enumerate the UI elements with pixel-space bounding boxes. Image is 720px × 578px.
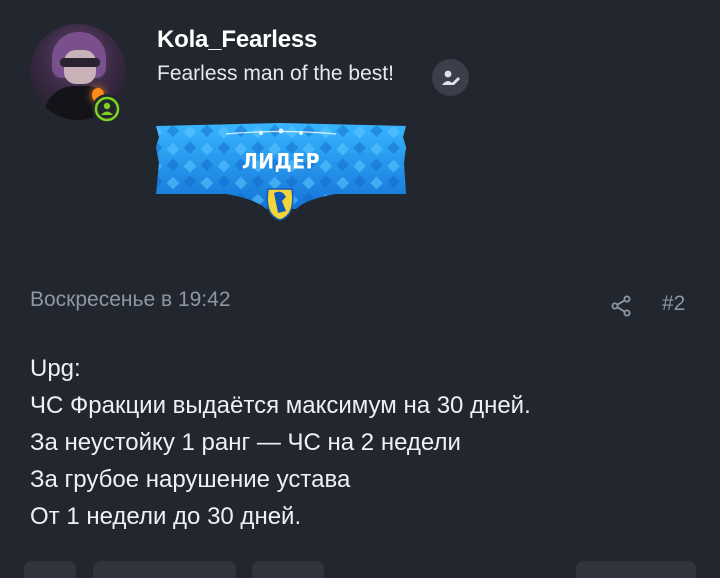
post-action-button[interactable] xyxy=(576,561,696,578)
post-line: Upg: xyxy=(30,355,81,382)
post-line: За неустойку 1 ранг — ЧС на 2 недели xyxy=(30,429,461,456)
user-status-text: Fearless man of the best! xyxy=(157,62,394,85)
rank-badge: ЛИДЕР xyxy=(156,123,406,223)
post-number-link[interactable]: #2 xyxy=(662,292,685,316)
post-container: Kola_Fearless Fearless man of the best! xyxy=(0,0,720,578)
rank-badge-label: ЛИДЕР xyxy=(241,149,320,175)
edit-status-icon[interactable] xyxy=(432,59,469,96)
post-action-button[interactable] xyxy=(252,561,324,578)
post-line: От 1 недели до 30 дней. xyxy=(30,503,302,530)
post-line: ЧС Фракции выдаётся максимум на 30 дней. xyxy=(30,392,531,419)
post-action-button[interactable] xyxy=(93,561,236,578)
post-timestamp[interactable]: Воскресенье в 19:42 xyxy=(30,288,231,312)
post-action-button[interactable] xyxy=(24,561,76,578)
online-indicator-icon xyxy=(92,94,122,124)
post-content: Upg: ЧС Фракции выдаётся максимум на 30 … xyxy=(30,350,690,535)
post-line: За грубое нарушение устава xyxy=(30,466,351,493)
username[interactable]: Kola_Fearless xyxy=(157,26,317,54)
share-icon[interactable] xyxy=(609,294,633,318)
